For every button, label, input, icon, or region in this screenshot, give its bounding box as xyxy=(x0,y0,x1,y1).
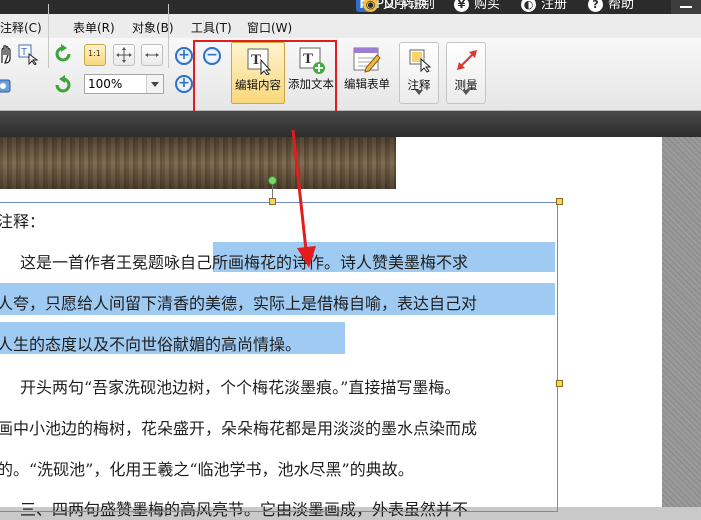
zoom-in-small-icon[interactable]: + xyxy=(175,75,193,93)
measure-button[interactable]: 测量 xyxy=(446,42,486,104)
zoom-in-icon[interactable]: + xyxy=(175,47,193,65)
text-box-frame[interactable] xyxy=(0,202,558,512)
rotate-cw-icon[interactable] xyxy=(52,43,74,65)
hand-tool-icon[interactable] xyxy=(0,43,18,65)
rotate-ccw-icon[interactable] xyxy=(52,74,74,96)
fit-page-button[interactable] xyxy=(113,44,135,66)
minimize-button[interactable] xyxy=(671,0,701,14)
menu-bar: 注释(C) 表单(R) 对象(B) 工具(T) 窗口(W) xyxy=(0,14,701,38)
toolbar-separator xyxy=(168,4,169,68)
rotate-handle[interactable] xyxy=(268,176,277,185)
snapshot-icon[interactable] xyxy=(0,75,16,97)
highlight-box xyxy=(193,40,337,114)
buy-label: 购买 xyxy=(474,0,501,12)
fit-page-icon xyxy=(116,47,132,63)
fit-width-button[interactable] xyxy=(141,44,163,66)
svg-text:T: T xyxy=(21,47,27,58)
page-background xyxy=(662,137,701,507)
toolbar-separator xyxy=(48,4,49,68)
menu-tools[interactable]: 工具(T) xyxy=(191,19,232,36)
select-text-tool-icon[interactable]: T xyxy=(17,43,39,66)
actual-size-button[interactable]: 1:1 xyxy=(84,44,106,66)
help-icon: ? xyxy=(588,0,603,12)
register-icon: ◐ xyxy=(521,0,536,12)
menu-annotate[interactable]: 注释(C) xyxy=(0,19,42,36)
menu-form[interactable]: 表单(R) xyxy=(73,19,115,36)
chevron-down-icon xyxy=(415,90,423,99)
chevron-down-icon xyxy=(146,75,163,93)
edit-form-icon xyxy=(353,47,381,73)
ocr-label: 文字识别 xyxy=(383,0,436,12)
register-label: 注册 xyxy=(541,0,568,12)
annotate-icon xyxy=(409,49,432,73)
menu-window[interactable]: 窗口(W) xyxy=(247,19,292,36)
resize-handle-right[interactable] xyxy=(556,380,563,387)
annotate-button[interactable]: 注释 xyxy=(399,42,439,104)
ocr-eye-icon: ◉ xyxy=(363,0,378,12)
resize-handle-top-right[interactable] xyxy=(556,198,563,205)
buy-icon: ¥ xyxy=(454,0,469,12)
fit-width-icon xyxy=(145,53,159,57)
help-button[interactable]: ? 帮助 xyxy=(588,0,634,14)
buy-button[interactable]: ¥ 购买 xyxy=(454,0,500,14)
register-button[interactable]: ◐ 注册 xyxy=(521,0,567,14)
ocr-button[interactable]: ◉ 文字识别 xyxy=(363,0,435,14)
actual-size-icon: 1:1 xyxy=(88,49,101,58)
ink-painting-image xyxy=(0,137,396,189)
zoom-select[interactable]: 100% xyxy=(84,74,164,94)
chevron-down-icon xyxy=(462,90,470,99)
measure-icon xyxy=(457,50,477,70)
zoom-value: 100% xyxy=(88,77,123,91)
resize-handle-top[interactable] xyxy=(269,198,276,205)
edit-form-label: 编辑表单 xyxy=(344,77,390,91)
edit-form-button[interactable]: 编辑表单 xyxy=(340,42,394,104)
help-label: 帮助 xyxy=(608,0,635,12)
document-top-border xyxy=(0,111,701,139)
